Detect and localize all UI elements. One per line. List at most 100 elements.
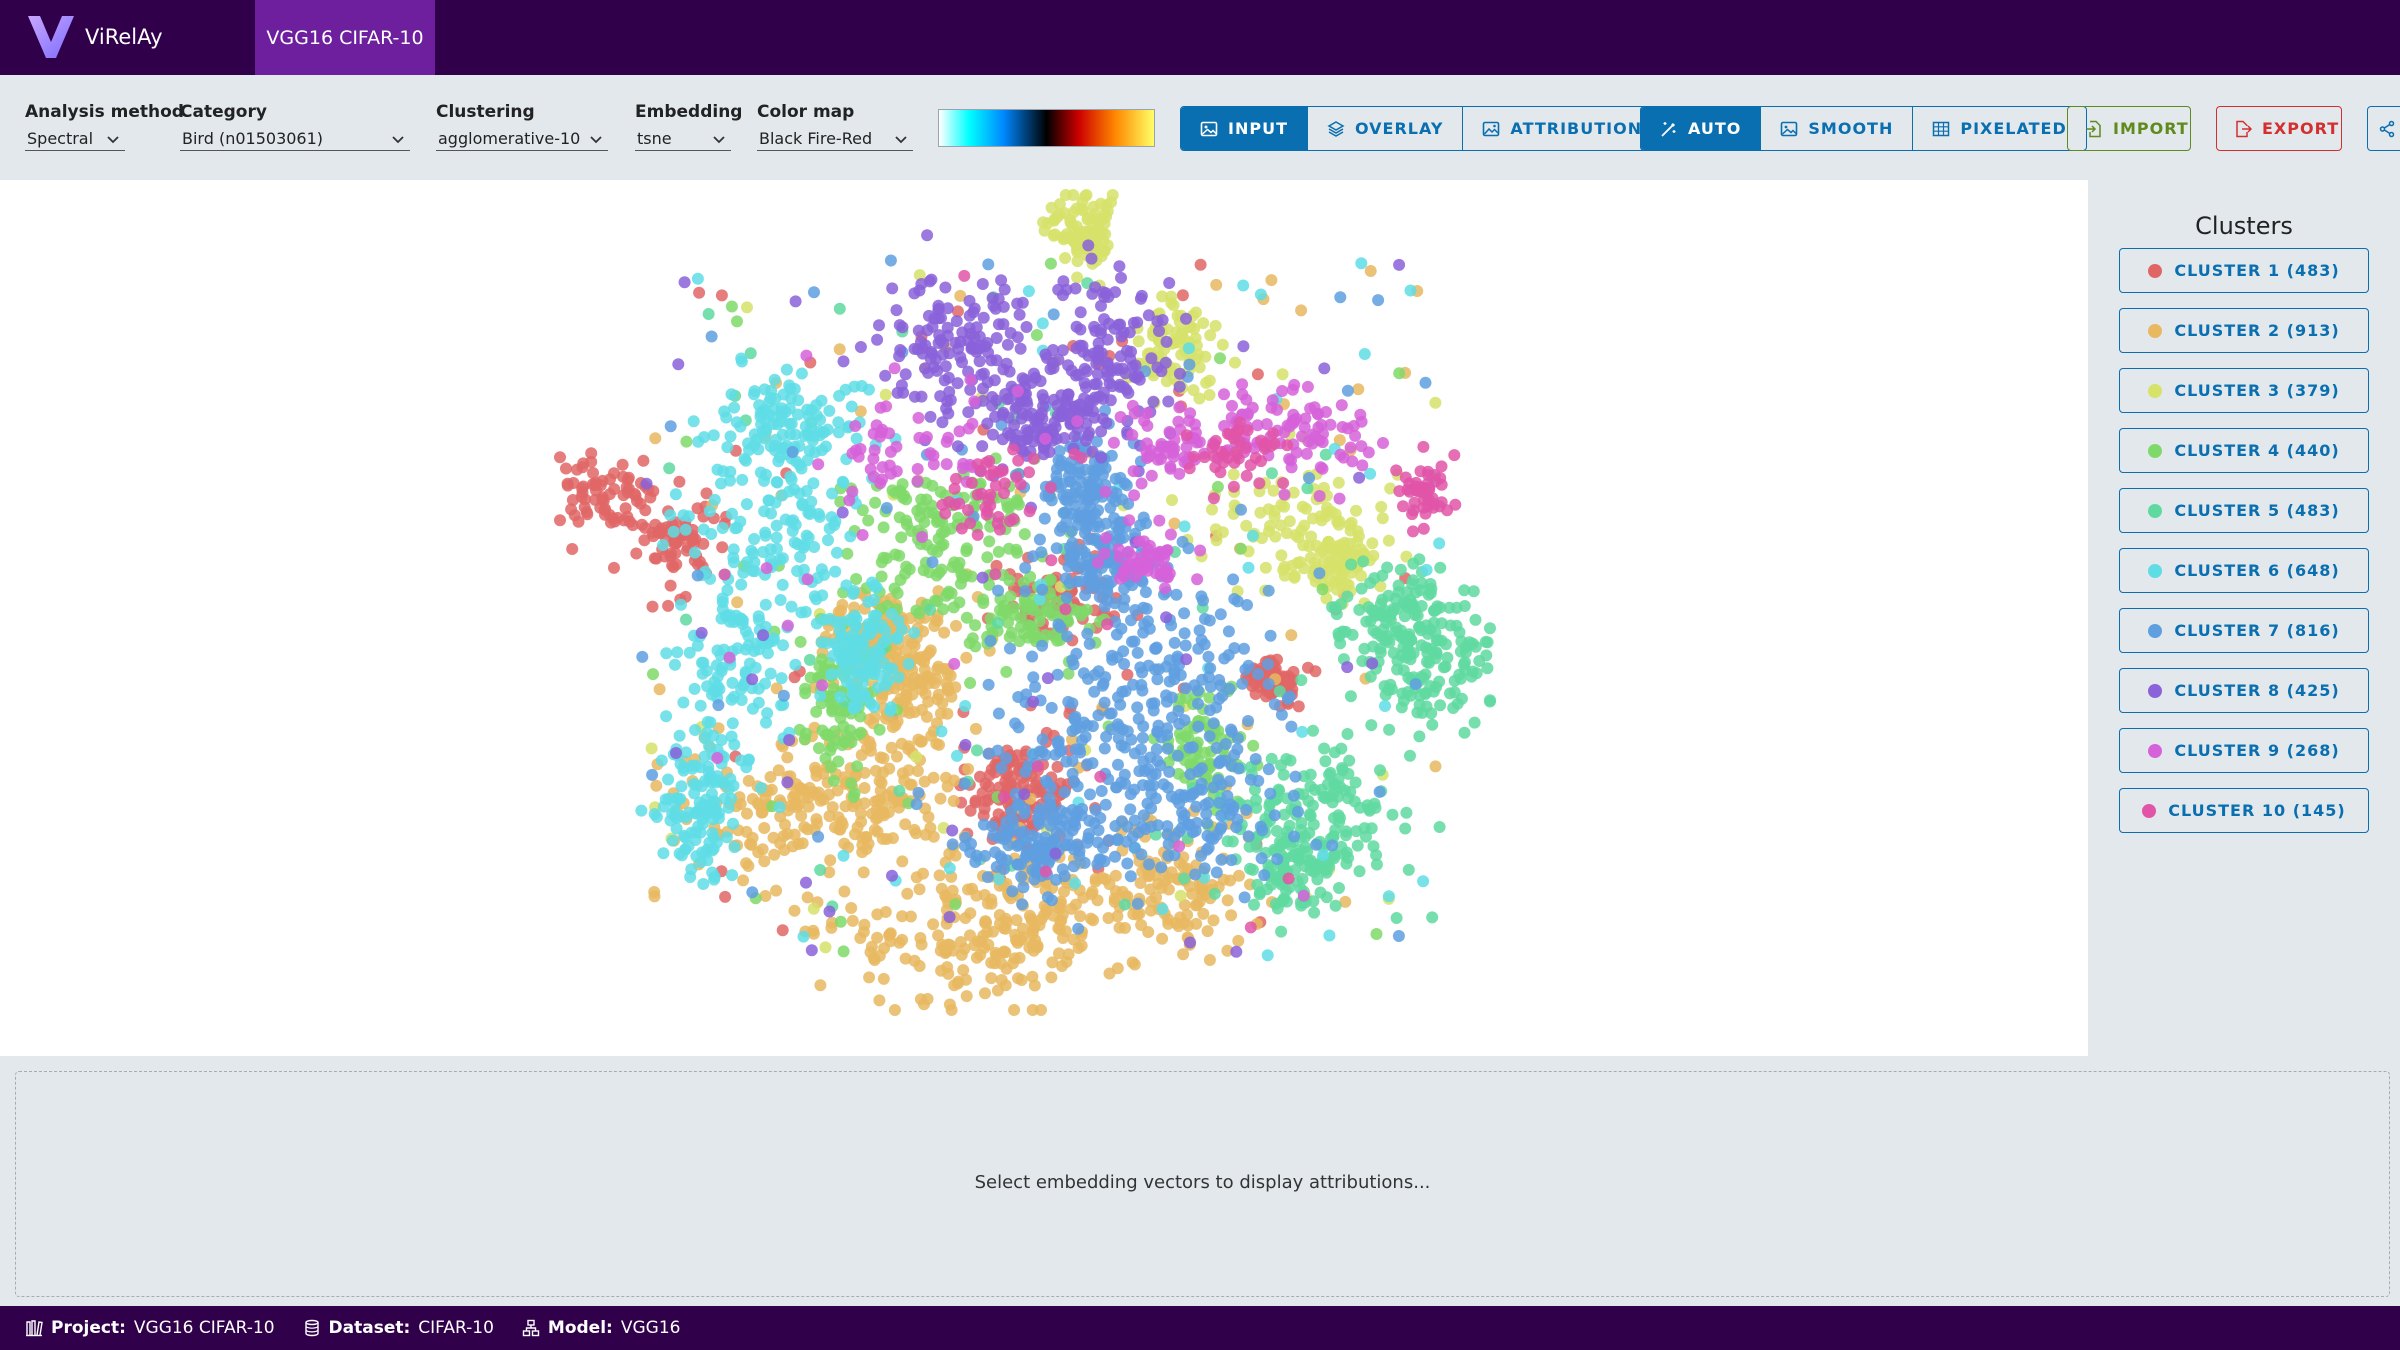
scatter-point[interactable] [1292, 700, 1305, 713]
scatter-point[interactable] [747, 702, 759, 715]
scatter-point[interactable] [630, 547, 643, 560]
scatter-point[interactable] [770, 433, 782, 446]
scatter-point[interactable] [1178, 872, 1191, 885]
scatter-point[interactable] [1362, 446, 1375, 459]
scatter-point[interactable] [1018, 528, 1031, 541]
scatter-point[interactable] [824, 854, 837, 867]
scatter-point[interactable] [1262, 503, 1275, 516]
scatter-point[interactable] [1013, 951, 1026, 964]
scatter-point[interactable] [852, 450, 865, 463]
scatter-point[interactable] [1178, 520, 1191, 533]
scatter-point[interactable] [1123, 514, 1136, 527]
scatter-point[interactable] [943, 911, 956, 923]
scatter-point[interactable] [1062, 948, 1075, 961]
scatter-point[interactable] [1160, 335, 1173, 348]
scatter-point[interactable] [793, 487, 806, 500]
color-map-select[interactable]: Black Fire-Red [757, 127, 913, 151]
scatter-point[interactable] [619, 502, 632, 515]
scatter-point[interactable] [1340, 857, 1353, 870]
scatter-point[interactable] [897, 386, 910, 399]
scatter-point[interactable] [1066, 755, 1079, 767]
scatter-point[interactable] [636, 650, 649, 663]
scatter-point[interactable] [1429, 760, 1442, 773]
scatter-point[interactable] [1295, 674, 1308, 687]
scatter-point[interactable] [913, 883, 926, 896]
scatter-point[interactable] [759, 526, 772, 539]
scatter-point[interactable] [1152, 877, 1165, 890]
scatter-point[interactable] [1375, 630, 1388, 643]
scatter-point[interactable] [1161, 820, 1174, 833]
scatter-point[interactable] [1261, 949, 1274, 962]
scatter-point[interactable] [1091, 352, 1104, 365]
scatter-point[interactable] [1128, 407, 1141, 420]
scatter-point[interactable] [877, 972, 890, 985]
scatter-point[interactable] [1265, 752, 1278, 765]
scatter-point[interactable] [1156, 903, 1169, 916]
scatter-point[interactable] [1089, 281, 1102, 294]
scatter-point[interactable] [1178, 627, 1191, 640]
scatter-point[interactable] [748, 428, 761, 441]
scatter-point[interactable] [640, 477, 653, 490]
scatter-point[interactable] [660, 647, 673, 660]
scatter-point[interactable] [1351, 839, 1364, 852]
scatter-point[interactable] [1124, 870, 1137, 883]
scatter-point[interactable] [948, 979, 961, 992]
scatter-point[interactable] [1180, 653, 1193, 666]
scatter-point[interactable] [1237, 340, 1250, 353]
scatter-point[interactable] [946, 884, 959, 897]
scatter-point[interactable] [854, 726, 867, 739]
scatter-point[interactable] [1106, 189, 1119, 201]
scatter-point[interactable] [1102, 912, 1115, 924]
scatter-point[interactable] [765, 507, 777, 520]
scatter-point[interactable] [816, 679, 829, 692]
scatter-point[interactable] [1290, 446, 1303, 459]
scatter-point[interactable] [783, 417, 796, 430]
scatter-point[interactable] [1158, 551, 1171, 564]
input-mode-button[interactable]: INPUT [1181, 107, 1308, 150]
scatter-point[interactable] [677, 696, 690, 709]
scatter-point[interactable] [858, 918, 871, 931]
scatter-point[interactable] [1183, 358, 1196, 371]
scatter-point[interactable] [716, 541, 729, 554]
scatter-point[interactable] [879, 624, 892, 637]
scatter-point[interactable] [1458, 726, 1471, 739]
scatter-point[interactable] [1027, 944, 1040, 957]
scatter-point[interactable] [1288, 569, 1301, 582]
scatter-point[interactable] [995, 762, 1008, 774]
scatter-point[interactable] [1150, 642, 1162, 655]
scatter-point[interactable] [657, 847, 670, 860]
scatter-point[interactable] [873, 647, 886, 660]
scatter-point[interactable] [1001, 501, 1014, 514]
scatter-point[interactable] [1275, 549, 1288, 562]
scatter-point[interactable] [646, 768, 659, 781]
scatter-point[interactable] [1328, 746, 1341, 759]
scatter-point[interactable] [1400, 634, 1413, 647]
scatter-point[interactable] [1484, 694, 1496, 707]
scatter-point[interactable] [748, 385, 761, 398]
scatter-point[interactable] [720, 411, 733, 424]
scatter-point[interactable] [1313, 567, 1326, 580]
scatter-point[interactable] [894, 344, 907, 356]
scatter-point[interactable] [1132, 826, 1145, 839]
scatter-point[interactable] [1018, 788, 1031, 801]
scatter-point[interactable] [1159, 582, 1171, 595]
scatter-point[interactable] [779, 818, 791, 831]
scatter-point[interactable] [735, 613, 748, 626]
scatter-point[interactable] [735, 694, 748, 706]
scatter-point[interactable] [1254, 288, 1267, 301]
scatter-point[interactable] [1340, 825, 1353, 838]
scatter-point[interactable] [1322, 535, 1335, 548]
scatter-point[interactable] [755, 418, 768, 431]
scatter-point[interactable] [983, 535, 996, 548]
scatter-point[interactable] [1342, 792, 1354, 805]
scatter-point[interactable] [885, 741, 898, 754]
scatter-point[interactable] [912, 411, 925, 424]
scatter-point[interactable] [1162, 913, 1174, 926]
scatter-point[interactable] [971, 744, 983, 757]
scatter-point[interactable] [1077, 716, 1090, 729]
scatter-point[interactable] [753, 614, 766, 626]
scatter-point[interactable] [930, 672, 942, 685]
scatter-point[interactable] [1184, 407, 1197, 420]
scatter-point[interactable] [1307, 724, 1319, 737]
scatter-point[interactable] [1045, 971, 1058, 984]
